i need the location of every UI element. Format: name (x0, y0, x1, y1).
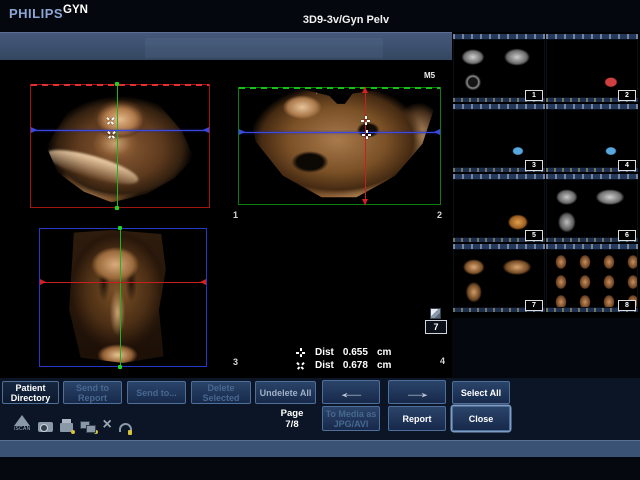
bottom-black-strip (0, 457, 640, 480)
thumbnail-6[interactable]: 6 (546, 174, 638, 242)
thumbnail-number: 6 (618, 230, 636, 241)
measurement-label: Dist (315, 360, 334, 371)
measurement-value: 0.655 (343, 347, 368, 358)
thumbnail-4[interactable]: 4 (546, 104, 638, 172)
header-inner-panel (145, 38, 383, 58)
header-bar (0, 32, 452, 61)
thumbnail-number: 2 (618, 90, 636, 101)
measurement-unit: cm (377, 347, 391, 358)
thumbnail-number: 1 (525, 90, 543, 101)
thumbnail-number: 3 (525, 160, 543, 171)
iscan-icon: iSCAN (14, 415, 31, 432)
quadrant-label-2: 2 (437, 210, 442, 220)
roi-box-green (238, 87, 441, 205)
disc-icon (38, 422, 53, 432)
system-status-icons: iSCAN × (14, 410, 132, 432)
axis-line-green-vertical (120, 228, 121, 367)
probe-preset-title: 3D9-3v/Gyn Pelv (240, 14, 452, 26)
arrow-right-icon: → (401, 384, 433, 401)
close-button[interactable]: Close (452, 406, 510, 431)
send-to-button[interactable]: Send to... (127, 381, 186, 404)
thumbnail-number: 4 (618, 160, 636, 171)
quadrant-label-4: 4 (440, 356, 445, 366)
quadrant-label-3: 3 (233, 357, 238, 367)
undelete-all-button[interactable]: Undelete All (255, 381, 316, 404)
exam-type-label: GYN (63, 4, 88, 16)
headset-icon (119, 423, 132, 432)
thumbnail-number: 5 (525, 230, 543, 241)
x-caliper-icon (294, 359, 307, 372)
thumbnail-gallery: 1 2 3 4 5 6 7 8 (452, 32, 640, 318)
thumbnail-7[interactable]: 7 (453, 244, 545, 312)
image-review-area: M5 (0, 60, 452, 378)
thumbnail-2[interactable]: 2 (546, 34, 638, 102)
thumbnail-1[interactable]: 1 (453, 34, 545, 102)
previous-page-button[interactable]: ← (322, 380, 380, 404)
plus-caliper-marker (361, 116, 370, 125)
patient-directory-button[interactable]: Patient Directory (2, 381, 59, 404)
axis-line-green-vertical (117, 84, 118, 208)
disconnect-icon: × (103, 418, 112, 432)
measurement-row: Dist 0.678 cm (296, 359, 391, 372)
thumbnail-5[interactable]: 5 (453, 174, 545, 242)
page-indicator: Page 7/8 (268, 408, 316, 430)
axis-line-blue-horizontal (31, 130, 209, 131)
quadrant-label-1: 1 (233, 210, 238, 220)
thumbnail-8[interactable]: 8 (546, 244, 638, 312)
axis-line-red-horizontal (40, 282, 206, 283)
cube-icon (430, 308, 441, 319)
select-all-button[interactable]: Select All (452, 381, 510, 404)
next-page-button[interactable]: → (388, 380, 446, 404)
to-media-button[interactable]: To Media as JPG/AVI (322, 406, 380, 431)
plus-caliper-marker (362, 130, 371, 139)
axis-line-blue-horizontal (239, 132, 440, 133)
printer-icon (60, 423, 73, 432)
measurement-value: 0.678 (343, 360, 368, 371)
delete-selected-button[interactable]: Delete Selected (191, 381, 251, 404)
measurement-unit: cm (377, 360, 391, 371)
philips-logo: PHILIPS (9, 6, 63, 21)
arrow-left-icon: ← (335, 384, 367, 401)
axis-line-red-vertical (365, 87, 366, 205)
measurement-label: Dist (315, 347, 334, 358)
thumbnail-number: 7 (525, 300, 543, 311)
send-to-report-button[interactable]: Send to Report (63, 381, 122, 404)
frame-number-indicator: 7 (425, 320, 447, 334)
measurement-row: Dist 0.655 cm (296, 346, 391, 359)
roi-box-red (30, 84, 210, 208)
thumbnail-3[interactable]: 3 (453, 104, 545, 172)
ultrasound-screen: PHILIPS GYN 3D9-3v/Gyn Pelv M5 (0, 0, 640, 480)
thumbnail-number: 8 (618, 300, 636, 311)
report-button[interactable]: Report (388, 406, 446, 431)
bottom-highlight-bar (0, 440, 640, 458)
roi-box-blue (39, 228, 207, 367)
network-icon (80, 421, 96, 432)
measurement-results: Dist 0.655 cm Dist 0.678 cm (296, 346, 391, 372)
plus-caliper-icon (296, 348, 305, 357)
